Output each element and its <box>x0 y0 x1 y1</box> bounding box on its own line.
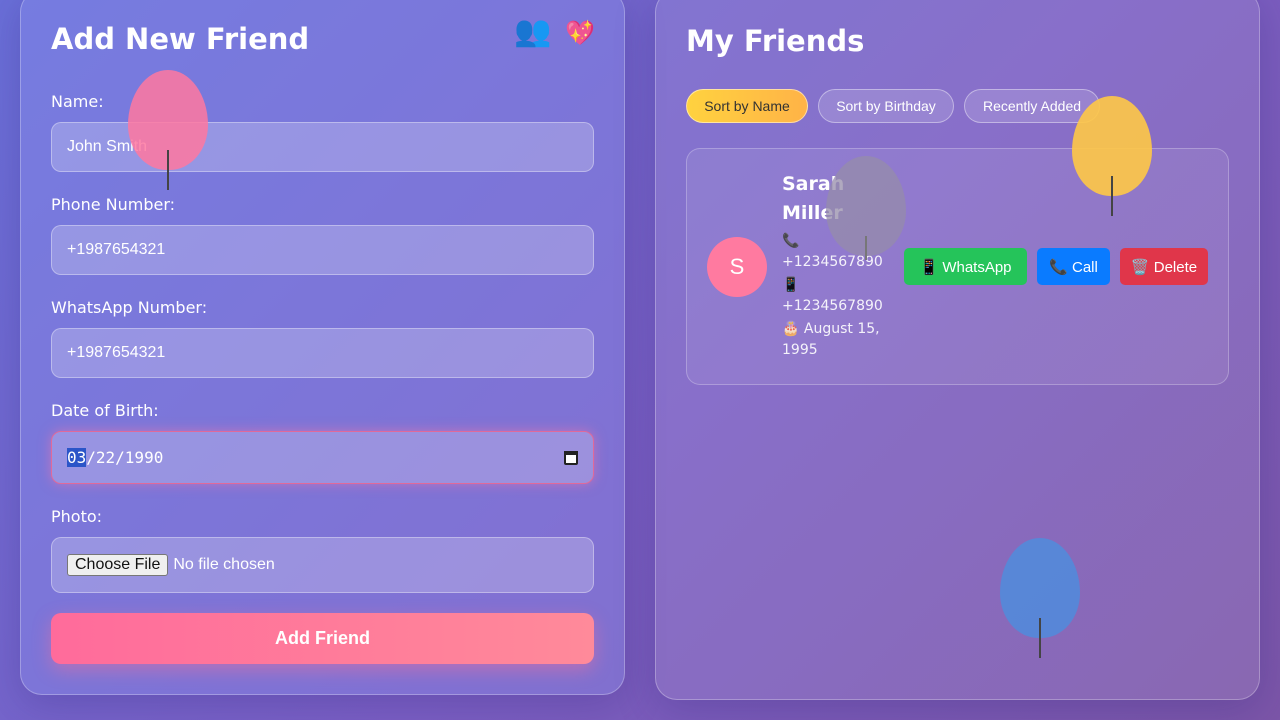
dob-input[interactable]: 03/22/1990 <box>51 431 594 484</box>
call-button[interactable]: 📞 Call <box>1037 248 1110 285</box>
people-icon: 👥 <box>514 14 552 49</box>
phone-number: +1234567890 <box>782 254 883 270</box>
delete-button[interactable]: 🗑️ Delete <box>1120 248 1208 285</box>
friend-birthday: 🎂 August 15, 1995 <box>782 321 880 358</box>
sort-by-birthday-button[interactable]: Sort by Birthday <box>818 89 954 123</box>
balloon-string <box>1039 618 1041 658</box>
balloon-string <box>865 236 867 260</box>
choose-file-button[interactable]: Choose File <box>67 554 169 576</box>
whatsapp-input[interactable]: +1987654321 <box>51 328 594 378</box>
balloon-string <box>167 150 169 190</box>
whatsapp-icon: 📱 <box>782 277 800 293</box>
balloon-string <box>1111 176 1113 216</box>
whatsapp-label: WhatsApp Number: <box>51 298 208 317</box>
dob-value: 03/22/1990 <box>67 448 163 467</box>
sort-by-name-button[interactable]: Sort by Name <box>686 89 808 123</box>
phone-label: Phone Number: <box>51 195 176 214</box>
phone-input[interactable]: +1987654321 <box>51 225 594 275</box>
heart-icon: 💖 <box>565 19 596 47</box>
dob-day-year: /22/1990 <box>86 448 164 467</box>
dob-label: Date of Birth: <box>51 401 159 420</box>
add-friend-title: Add New Friend <box>51 22 310 56</box>
dob-month: 03 <box>67 448 87 467</box>
friend-whatsapp: 📱 +1234567890 <box>782 275 892 317</box>
photo-label: Photo: <box>51 507 103 526</box>
no-file-text: No file chosen <box>173 556 275 573</box>
header-icons: 👥 💖 <box>514 14 609 49</box>
whatsapp-button[interactable]: 📱 WhatsApp <box>904 248 1027 285</box>
name-label: Name: <box>51 92 104 111</box>
photo-input[interactable]: Choose File No file chosen <box>51 537 594 593</box>
avatar: S <box>707 237 767 297</box>
add-friend-button[interactable]: Add Friend <box>51 613 594 664</box>
my-friends-title: My Friends <box>686 24 865 58</box>
whatsapp-number: +1234567890 <box>782 298 883 314</box>
calendar-icon[interactable] <box>564 450 578 465</box>
